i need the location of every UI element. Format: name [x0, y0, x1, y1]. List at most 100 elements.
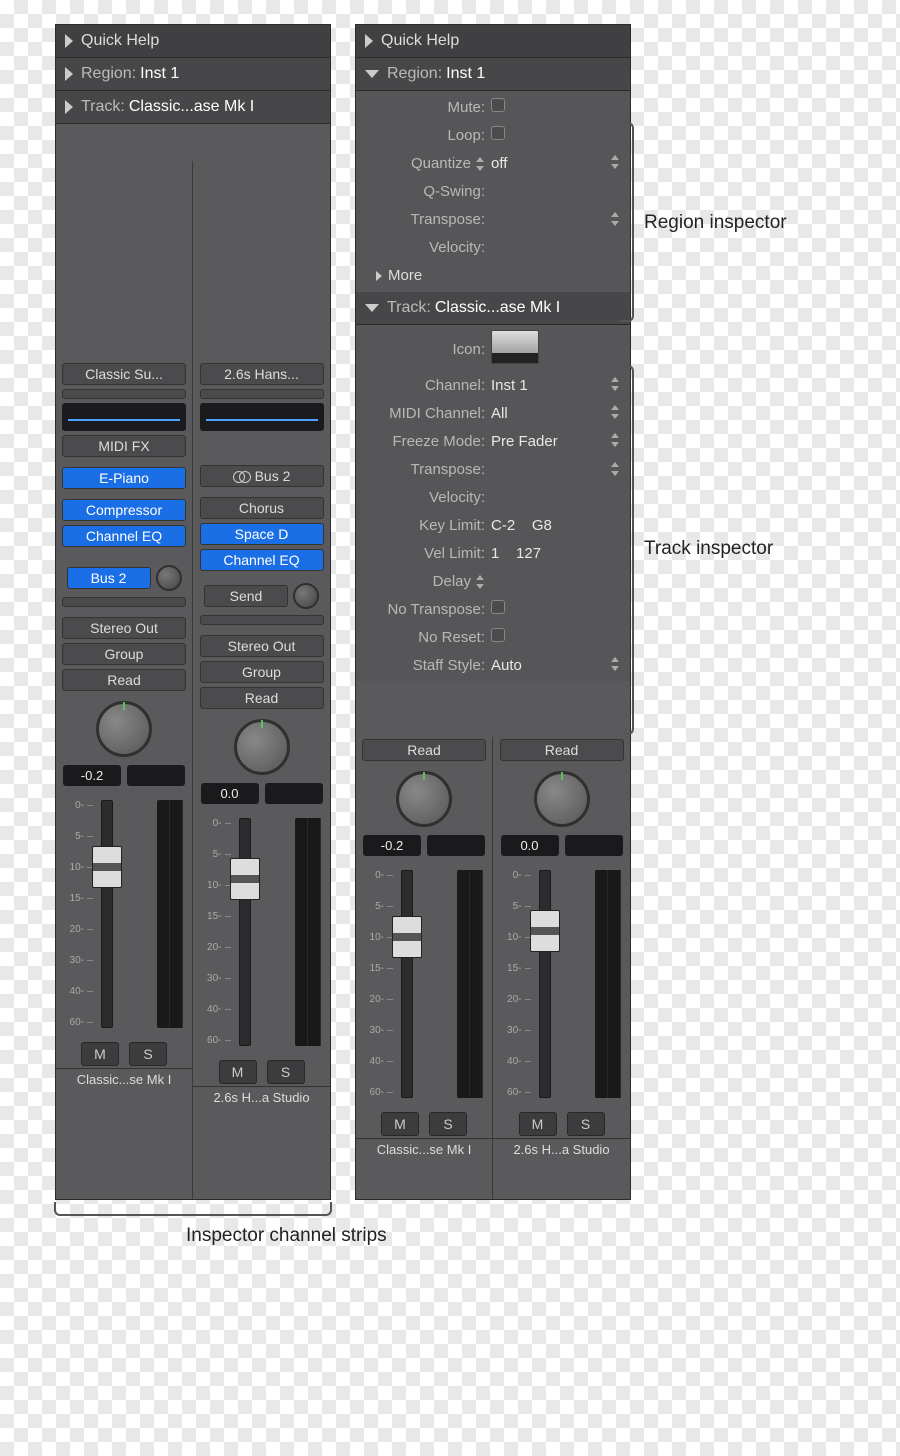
quick-help-header[interactable]: Quick Help: [56, 25, 330, 58]
send-slot-empty[interactable]: [200, 615, 324, 625]
transpose-value[interactable]: [491, 462, 630, 476]
audiofx-slot[interactable]: Compressor: [62, 499, 186, 521]
fader-cap[interactable]: [92, 846, 122, 888]
eq-thumb-slot[interactable]: [62, 389, 186, 399]
automation-mode[interactable]: Read: [362, 739, 486, 761]
fader-cap[interactable]: [392, 916, 422, 958]
automation-mode[interactable]: Read: [200, 687, 324, 709]
group-slot[interactable]: Group: [200, 661, 324, 683]
eq-thumb-slot[interactable]: [200, 389, 324, 399]
gain-readout[interactable]: 0.0: [201, 783, 259, 804]
stepper-icon[interactable]: [610, 405, 620, 419]
fader-cap[interactable]: [530, 910, 560, 952]
input-slot[interactable]: Bus 2: [200, 465, 324, 487]
output-slot[interactable]: Stereo Out: [200, 635, 324, 657]
pan-knob[interactable]: [396, 771, 452, 827]
keylimit-value[interactable]: C-2 G8: [491, 517, 630, 534]
midichannel-value[interactable]: All: [491, 405, 630, 422]
stepper-icon[interactable]: [475, 157, 485, 171]
gain-readout[interactable]: 0.0: [501, 835, 559, 856]
param-label: Transpose:: [356, 461, 491, 478]
mute-checkbox[interactable]: [491, 98, 505, 112]
fader-scale: 0-5-10-15-20-30-40-60-: [59, 800, 93, 1028]
region-header[interactable]: Region: Inst 1: [356, 58, 630, 91]
instrument-slot[interactable]: E-Piano: [62, 467, 186, 489]
stepper-icon[interactable]: [610, 212, 620, 226]
channel-name[interactable]: 2.6s H...a Studio: [493, 1138, 630, 1162]
quick-help-label: Quick Help: [381, 32, 459, 50]
audiofx-slot[interactable]: Chorus: [200, 497, 324, 519]
send-knob[interactable]: [293, 583, 319, 609]
noreset-checkbox[interactable]: [491, 628, 505, 642]
group-slot[interactable]: Group: [62, 643, 186, 665]
loop-checkbox[interactable]: [491, 126, 505, 140]
track-label: Track:: [387, 299, 431, 317]
fader-cap[interactable]: [230, 858, 260, 900]
audiofx-slot[interactable]: Space D: [200, 523, 324, 545]
staffstyle-value[interactable]: Auto: [491, 657, 630, 674]
automation-mode[interactable]: Read: [62, 669, 186, 691]
gain-readout[interactable]: -0.2: [63, 765, 121, 786]
mute-button[interactable]: M: [219, 1060, 257, 1084]
solo-button[interactable]: S: [129, 1042, 167, 1066]
send-slot[interactable]: Bus 2: [67, 567, 151, 589]
more-disclosure[interactable]: More: [356, 261, 630, 290]
stereo-icon: [233, 470, 251, 484]
channel-strip: 2.6s Hans... Bus 2 Chorus Space D Channe…: [193, 161, 330, 1199]
send-knob[interactable]: [156, 565, 182, 591]
peak-readout[interactable]: [565, 835, 623, 856]
mute-button[interactable]: M: [81, 1042, 119, 1066]
track-icon[interactable]: [491, 330, 539, 364]
region-header[interactable]: Region: Inst 1: [56, 58, 330, 91]
freezemode-value[interactable]: Pre Fader: [491, 433, 630, 450]
gain-readout[interactable]: -0.2: [363, 835, 421, 856]
param-label: Quantize: [411, 155, 471, 172]
transpose-value[interactable]: [491, 212, 630, 226]
mute-button[interactable]: M: [519, 1112, 557, 1136]
stepper-icon[interactable]: [475, 575, 485, 589]
stepper-icon[interactable]: [610, 433, 620, 447]
automation-mode[interactable]: Read: [500, 739, 624, 761]
setting-slot[interactable]: 2.6s Hans...: [200, 363, 324, 385]
send-slot[interactable]: Send: [204, 585, 288, 607]
stepper-icon[interactable]: [610, 377, 620, 391]
pan-knob[interactable]: [234, 719, 290, 775]
pan-knob[interactable]: [534, 771, 590, 827]
midifx-slot[interactable]: MIDI FX: [62, 435, 186, 457]
channel-strip: Read 0.0 0-5-10-15-20-30-40-60- MS 2.6s …: [493, 737, 630, 1199]
notranspose-checkbox[interactable]: [491, 600, 505, 614]
channel-name[interactable]: Classic...se Mk I: [356, 1138, 492, 1162]
stepper-icon[interactable]: [610, 155, 620, 169]
track-header[interactable]: Track: Classic...ase Mk I: [356, 292, 630, 325]
peak-readout[interactable]: [265, 783, 323, 804]
solo-button[interactable]: S: [429, 1112, 467, 1136]
output-slot[interactable]: Stereo Out: [62, 617, 186, 639]
vellimit-value[interactable]: 1 127: [491, 545, 630, 562]
quick-help-header[interactable]: Quick Help: [356, 25, 630, 58]
solo-button[interactable]: S: [567, 1112, 605, 1136]
brace-icon: [54, 1202, 332, 1216]
mute-button[interactable]: M: [381, 1112, 419, 1136]
channel-value[interactable]: Inst 1: [491, 377, 630, 394]
peak-readout[interactable]: [427, 835, 485, 856]
disclosure-right-icon: [65, 67, 73, 81]
param-label: Freeze Mode:: [356, 433, 491, 450]
eq-preview[interactable]: [200, 403, 324, 431]
stepper-icon[interactable]: [610, 657, 620, 671]
solo-button[interactable]: S: [267, 1060, 305, 1084]
channel-name[interactable]: Classic...se Mk I: [56, 1068, 192, 1092]
pan-knob[interactable]: [96, 701, 152, 757]
send-slot-empty[interactable]: [62, 597, 186, 607]
inspector-panel-collapsed: Quick Help Region: Inst 1 Track: Classic…: [55, 24, 331, 1200]
channel-name[interactable]: 2.6s H...a Studio: [193, 1086, 330, 1110]
level-meter: [157, 800, 183, 1028]
stepper-icon[interactable]: [610, 462, 620, 476]
setting-slot[interactable]: Classic Su...: [62, 363, 186, 385]
eq-preview[interactable]: [62, 403, 186, 431]
peak-readout[interactable]: [127, 765, 185, 786]
track-header[interactable]: Track: Classic...ase Mk I: [56, 91, 330, 124]
audiofx-slot[interactable]: Channel EQ: [200, 549, 324, 571]
quantize-value[interactable]: off: [491, 155, 630, 172]
level-meter: [457, 870, 483, 1098]
audiofx-slot[interactable]: Channel EQ: [62, 525, 186, 547]
